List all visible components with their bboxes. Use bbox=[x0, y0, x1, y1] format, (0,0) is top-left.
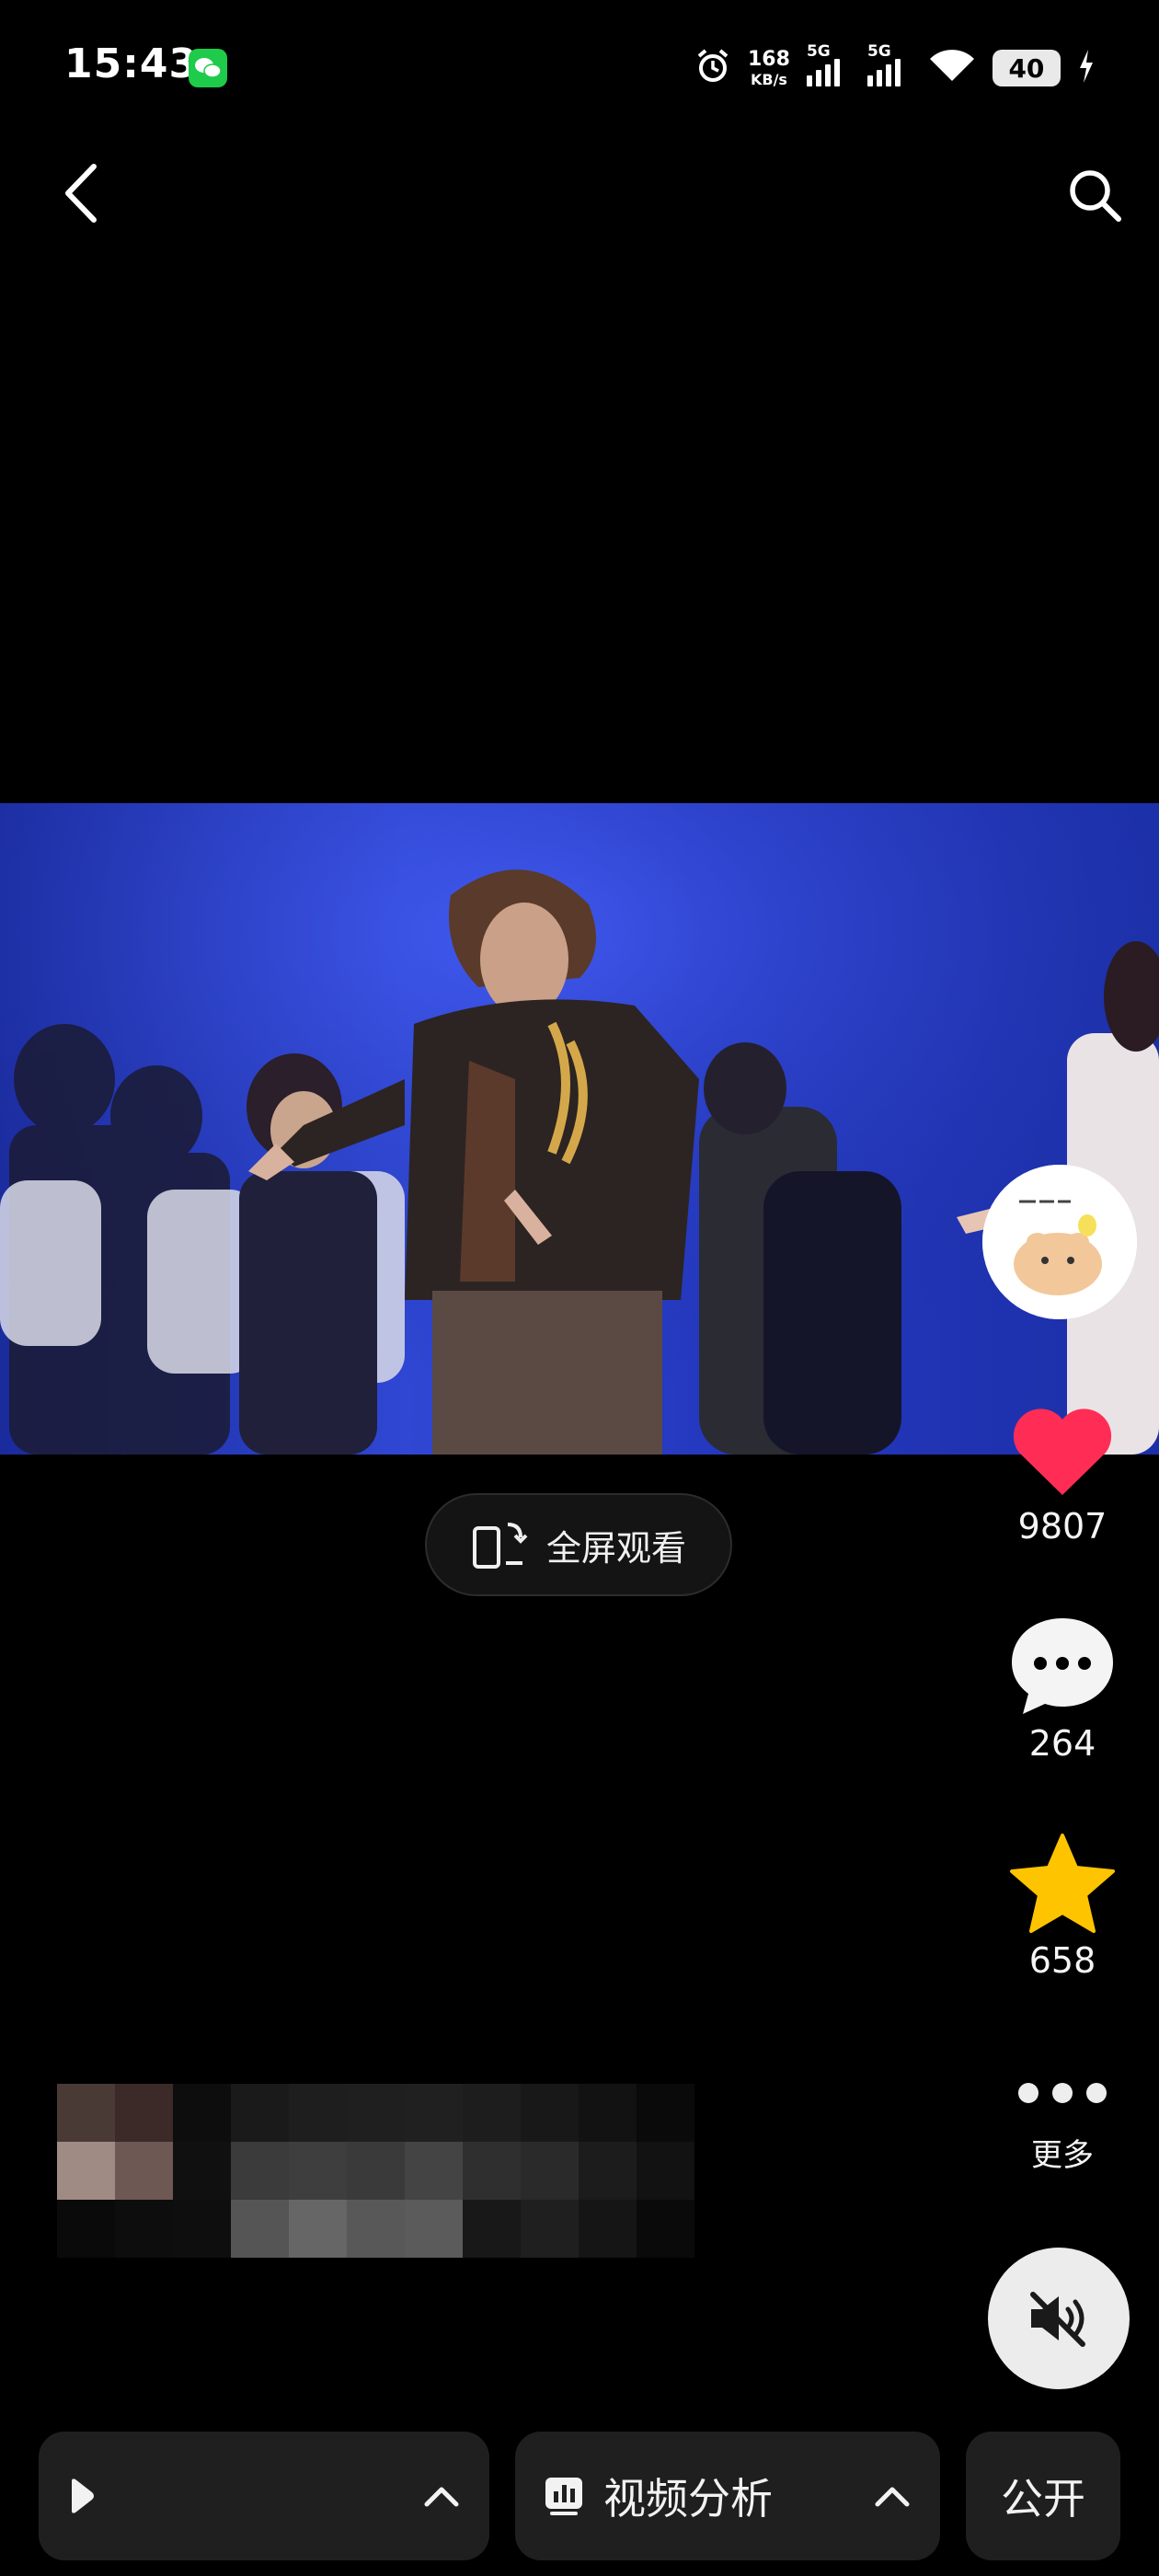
wifi-icon bbox=[928, 48, 976, 88]
cell-signal-1: 5G bbox=[806, 42, 851, 86]
charging-icon bbox=[1077, 48, 1096, 88]
chevron-up-icon bbox=[875, 2487, 910, 2507]
heart-icon bbox=[1013, 1409, 1112, 1495]
more-button[interactable]: 更多 bbox=[1003, 2075, 1122, 2175]
status-time: 15:43 bbox=[64, 40, 199, 87]
fullscreen-label: 全屏观看 bbox=[545, 1527, 686, 1569]
alarm-icon bbox=[694, 48, 731, 88]
more-label: 更多 bbox=[1031, 2137, 1094, 2174]
video-frame bbox=[0, 803, 1159, 1455]
caption-mosaic bbox=[57, 2084, 695, 2259]
rotate-screen-icon bbox=[472, 1523, 528, 1569]
hamster-avatar-icon bbox=[982, 1165, 1137, 1319]
back-button[interactable] bbox=[55, 161, 110, 225]
search-button[interactable] bbox=[1065, 166, 1124, 224]
video-player[interactable] bbox=[0, 803, 1159, 1455]
play-indicator-icon bbox=[72, 2478, 94, 2513]
network-speed-unit: KB/s bbox=[750, 70, 787, 88]
wechat-notification-icon bbox=[189, 49, 227, 87]
favorite-count: 658 bbox=[1028, 1940, 1096, 1981]
chevron-up-icon bbox=[424, 2487, 459, 2507]
favorite-button[interactable]: 658 bbox=[1003, 1834, 1122, 1981]
chevron-left-icon bbox=[65, 164, 97, 223]
video-analysis-button[interactable]: 视频分析 bbox=[515, 2432, 940, 2560]
network-speed: 168 KB/s bbox=[748, 47, 790, 88]
network-speed-value: 168 bbox=[748, 47, 790, 71]
mute-button[interactable] bbox=[988, 2248, 1130, 2389]
status-indicators: 168 KB/s 5G 5G 40 bbox=[694, 42, 1096, 94]
fullscreen-button[interactable]: 全屏观看 bbox=[425, 1493, 732, 1596]
battery-indicator: 40 bbox=[992, 50, 1061, 86]
search-icon bbox=[1070, 170, 1121, 222]
cell-signal-2-label: 5G bbox=[866, 42, 891, 61]
comment-bubble-icon bbox=[1012, 1618, 1113, 1714]
more-dots-icon bbox=[1018, 2083, 1107, 2103]
star-icon bbox=[1010, 1834, 1115, 1933]
like-button[interactable]: 9807 bbox=[1003, 1403, 1122, 1547]
analytics-icon bbox=[545, 2478, 582, 2515]
playback-panel-button[interactable] bbox=[39, 2432, 489, 2560]
cell-signal-1-label: 5G bbox=[806, 42, 831, 61]
comment-button[interactable]: 264 bbox=[1003, 1615, 1122, 1764]
visibility-label: 公开 bbox=[1001, 2474, 1085, 2524]
cell-signal-2: 5G bbox=[866, 42, 912, 86]
like-count: 9807 bbox=[1017, 1506, 1107, 1547]
creator-avatar[interactable] bbox=[982, 1165, 1137, 1319]
speaker-muted-icon bbox=[1030, 2292, 1085, 2347]
comment-count: 264 bbox=[1028, 1723, 1096, 1764]
video-analysis-label: 视频分析 bbox=[603, 2474, 773, 2524]
visibility-button[interactable]: 公开 bbox=[966, 2432, 1120, 2560]
